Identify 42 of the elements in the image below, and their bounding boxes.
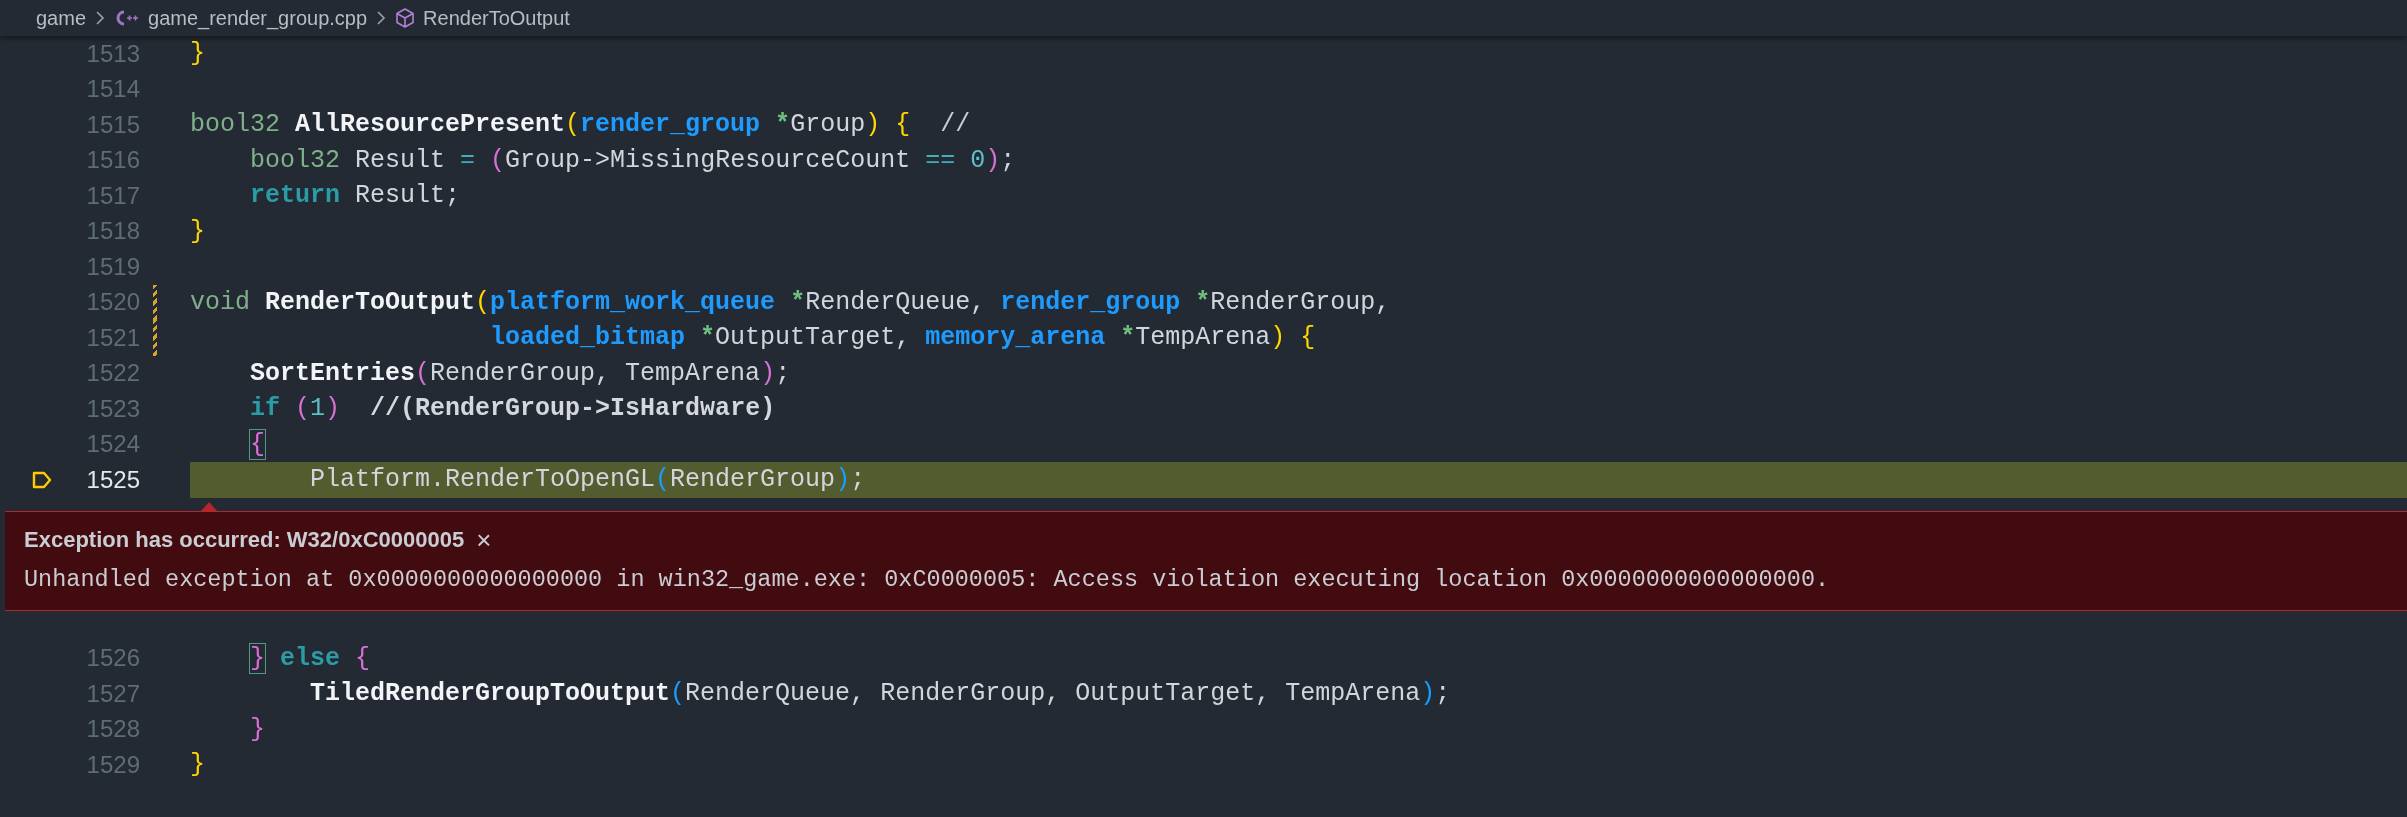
line-number: 1522 <box>86 358 140 389</box>
line-number: 1524 <box>86 429 140 460</box>
code-line: } else { <box>249 642 371 675</box>
line-number: 1519 <box>86 251 140 282</box>
breadcrumb-item[interactable]: game_render_group.cpp <box>148 3 368 33</box>
line-number: 1528 <box>86 714 140 745</box>
code-line: } <box>190 749 205 781</box>
line-number: 1526 <box>86 643 140 674</box>
line-number: 1521 <box>86 322 140 353</box>
cube-icon <box>395 7 416 29</box>
line-number: 1517 <box>86 180 140 211</box>
exception-message: Unhandled exception at 0x0000000000000000 in win32_game.exe: 0xC0000005: Access violation executing location 0x0000000000000000. <box>24 565 1831 596</box>
cpp-file-icon <box>114 9 141 27</box>
line-number: 1529 <box>86 749 140 780</box>
code-line: bool32 AllResourcePresent(render_group *Group) { // <box>190 109 971 141</box>
line-number: 1520 <box>86 287 140 318</box>
chevron-right-icon <box>375 9 388 27</box>
code-line: { <box>249 428 266 461</box>
line-number: 1527 <box>86 678 140 709</box>
breadcrumb-item[interactable]: game <box>36 3 87 33</box>
code-line: return Result; <box>249 180 461 212</box>
line-number: 1523 <box>86 393 140 424</box>
code-line: Platform.RenderToOpenGL(RenderGroup); <box>309 464 866 496</box>
code-line: loaded_bitmap *OutputTarget, memory_arena *TempArena) { <box>489 322 1316 354</box>
code-line: SortEntries(RenderGroup, TempArena); <box>249 357 791 390</box>
line-number: 1516 <box>86 145 140 176</box>
line-number: 1513 <box>86 38 140 69</box>
breadcrumb-item[interactable]: RenderToOutput <box>423 3 570 33</box>
code-line: } <box>190 38 205 70</box>
code-line: TiledRenderGroupToOutput(RenderQueue, RenderGroup, OutputTarget, TempArena); <box>309 678 1451 710</box>
exception-title: Exception has occurred: W32/0xC0000005 <box>24 526 465 555</box>
code-line: } <box>249 713 265 746</box>
line-number: 1515 <box>86 109 140 140</box>
line-number: 1514 <box>86 74 140 105</box>
code-line: bool32 Result = (Group->MissingResourceCount == 0); <box>249 144 1016 177</box>
line-number: 1525 <box>86 464 140 495</box>
code-line: if (1) //(RenderGroup->IsHardware) <box>249 393 776 425</box>
code-line: } <box>190 215 205 248</box>
line-number: 1518 <box>86 216 140 247</box>
close-button[interactable]: × <box>476 526 492 553</box>
code-line: void RenderToOutput(platform_work_queue *RenderQueue, render_group *RenderGroup, <box>190 286 1391 319</box>
chevron-right-icon <box>94 9 107 27</box>
